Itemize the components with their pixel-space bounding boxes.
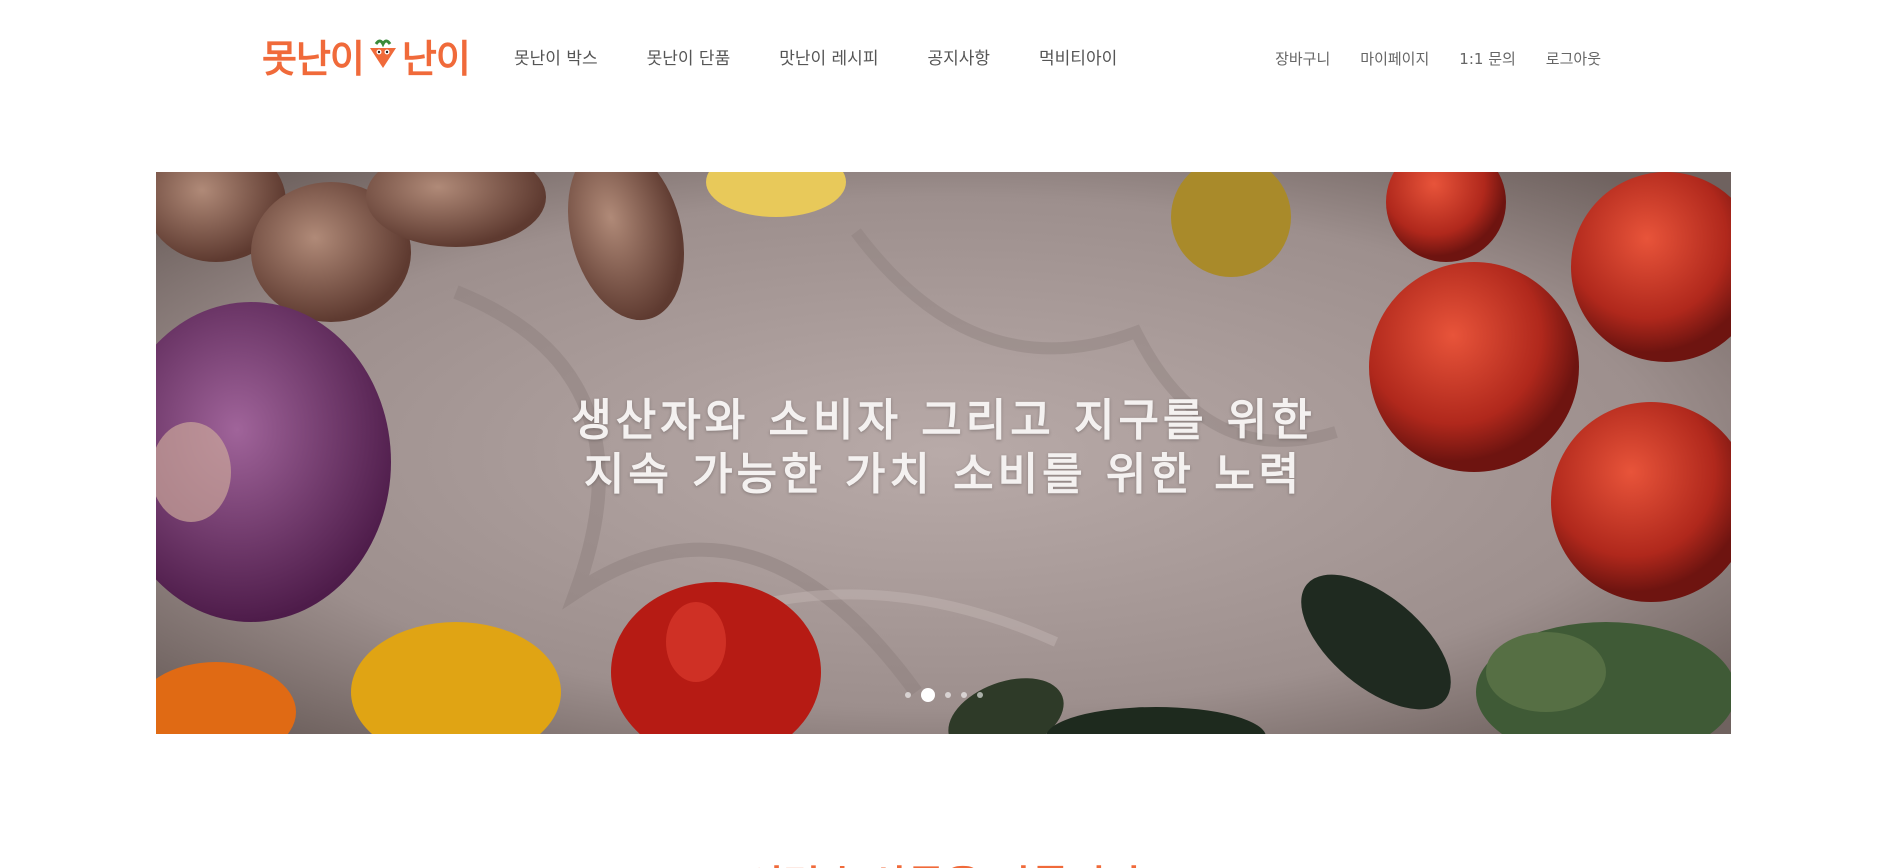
page: 못난이 난이 못난이 박스 못난이 단품 맛난이 레시피 공지사항 먹비티아이 …	[0, 0, 1889, 868]
nav-item-mbti[interactable]: 먹비티아이	[1039, 44, 1117, 69]
banner-line-1: 생산자와 소비자 그리고 지구를 위한	[571, 395, 1316, 446]
nav-item-cart[interactable]: 장바구니	[1275, 48, 1330, 69]
nav-item-ugly-single[interactable]: 못난이 단품	[647, 44, 731, 69]
nav-item-inquiry[interactable]: 1:1 문의	[1459, 48, 1516, 69]
banner-headline: 생산자와 소비자 그리고 지구를 위한 지속 가능한 가치 소비를 위한 노력	[156, 394, 1731, 502]
banner-line-2: 지속 가능한 가치 소비를 위한 노력	[583, 449, 1304, 500]
mascot-logo-icon	[369, 39, 396, 68]
site-header: 못난이 난이 못난이 박스 못난이 단품 맛난이 레시피 공지사항 먹비티아이 …	[0, 0, 1889, 118]
slider-dot-active[interactable]	[920, 688, 935, 702]
logo-text-left: 못난이	[262, 36, 365, 81]
nav-item-recipe[interactable]: 맛난이 레시피	[779, 44, 878, 69]
slider-dot[interactable]	[976, 692, 983, 698]
nav-item-logout[interactable]: 로그아웃	[1546, 48, 1601, 69]
site-logo[interactable]: 못난이 난이	[262, 30, 471, 81]
nav-item-ugly-box[interactable]: 못난이 박스	[514, 44, 598, 69]
section-title: 이런 농산물을 다룹니다	[0, 853, 1889, 868]
slider-pagination	[156, 688, 1731, 702]
hero-banner[interactable]: 생산자와 소비자 그리고 지구를 위한 지속 가능한 가치 소비를 위한 노력	[156, 172, 1731, 734]
logo-text-right: 난이	[401, 36, 471, 81]
slider-dot[interactable]	[904, 692, 911, 698]
nav-item-notice[interactable]: 공지사항	[927, 44, 990, 69]
slider-dot[interactable]	[960, 692, 967, 698]
main-nav: 못난이 박스 못난이 단품 맛난이 레시피 공지사항 먹비티아이	[514, 44, 1166, 69]
user-nav: 장바구니 마이페이지 1:1 문의 로그아웃	[1245, 48, 1601, 69]
nav-item-mypage[interactable]: 마이페이지	[1360, 48, 1429, 69]
slider-dot[interactable]	[944, 692, 951, 698]
